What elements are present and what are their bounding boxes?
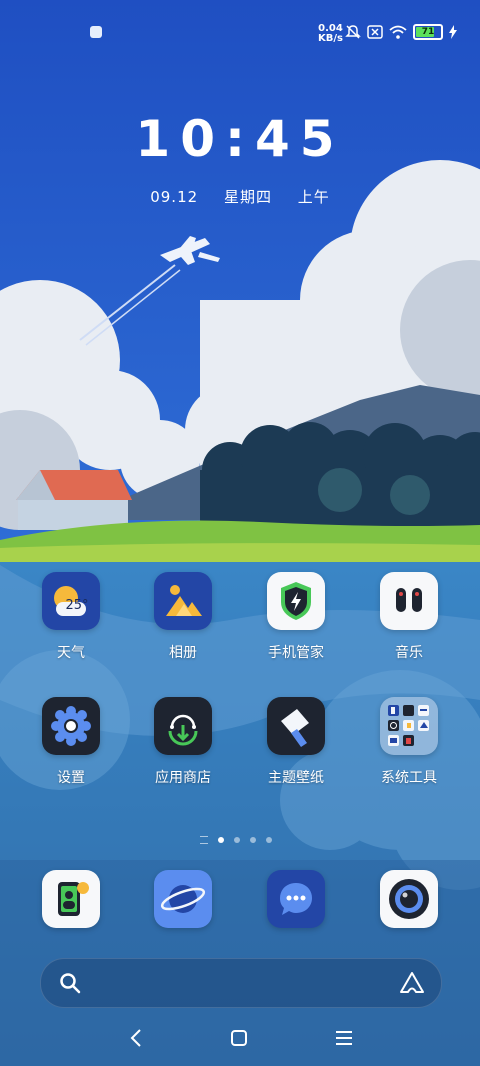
network-speed-unit: KB/s — [318, 33, 343, 44]
system-tools-folder-icon — [380, 697, 438, 755]
app-label: 系统工具 — [381, 770, 437, 786]
weekday: 星期四 — [223, 188, 272, 206]
gallery-icon — [154, 572, 212, 630]
recents-menu-icon[interactable] — [335, 1029, 353, 1047]
camera-icon — [380, 870, 438, 928]
phone-icon — [42, 870, 100, 928]
page-dot[interactable] — [250, 837, 256, 843]
battery-level: 71 — [421, 27, 435, 37]
am-pm: 上午 — [297, 188, 330, 206]
search-bar[interactable] — [40, 958, 442, 1008]
theme-icon — [267, 697, 325, 755]
list-view-icon[interactable] — [200, 836, 208, 844]
dock-browser[interactable] — [128, 870, 238, 928]
app-label: 手机管家 — [268, 645, 324, 661]
app-settings[interactable]: 设置 — [16, 697, 126, 787]
no-sim-icon — [367, 25, 383, 39]
app-weather[interactable]: 25° 天气 — [16, 572, 126, 662]
browser-icon — [154, 870, 212, 928]
bell-mute-icon — [345, 25, 361, 39]
status-bar: 0.04 KB/s 71 — [0, 22, 480, 46]
home-icon[interactable] — [230, 1029, 248, 1047]
dock-camera[interactable] — [354, 870, 464, 928]
weather-icon: 25° — [42, 572, 100, 630]
app-music[interactable]: 音乐 — [354, 572, 464, 662]
app-label: 天气 — [57, 645, 85, 661]
clock-date: 09.12 星期四 上午 — [0, 186, 480, 207]
folder-system-tools[interactable]: 系统工具 — [354, 697, 464, 787]
phone-manager-icon — [267, 572, 325, 630]
clock-time: 10:45 — [135, 110, 345, 168]
network-speed: 0.04 KB/s — [318, 24, 343, 44]
back-icon[interactable] — [128, 1028, 144, 1048]
date-value: 09.12 — [150, 188, 199, 206]
status-icons: 71 — [345, 24, 457, 40]
messages-icon — [267, 870, 325, 928]
wifi-icon — [389, 25, 407, 39]
app-store-icon — [154, 697, 212, 755]
app-label: 主题壁纸 — [268, 770, 324, 786]
app-label: 音乐 — [395, 645, 423, 661]
app-label: 应用商店 — [155, 770, 211, 786]
navigation-bar — [0, 1020, 480, 1060]
music-icon — [380, 572, 438, 630]
app-theme[interactable]: 主题壁纸 — [241, 697, 351, 787]
app-gallery[interactable]: 相册 — [128, 572, 238, 662]
dock-messages[interactable] — [241, 870, 351, 928]
assistant-icon[interactable] — [399, 971, 425, 995]
app-phone-manager[interactable]: 手机管家 — [241, 572, 351, 662]
search-icon — [60, 973, 81, 994]
page-dot[interactable] — [218, 837, 224, 843]
notification-icon — [90, 26, 102, 38]
page-indicator — [200, 836, 272, 844]
app-store[interactable]: 应用商店 — [128, 697, 238, 787]
app-label: 相册 — [169, 645, 197, 661]
page-dot[interactable] — [266, 837, 272, 843]
settings-icon — [42, 697, 100, 755]
app-label: 设置 — [57, 770, 85, 786]
page-dot[interactable] — [234, 837, 240, 843]
dock-phone[interactable] — [16, 870, 126, 928]
battery-icon: 71 — [413, 24, 443, 40]
weather-temp: 25° — [65, 598, 88, 613]
charging-icon — [449, 25, 457, 39]
